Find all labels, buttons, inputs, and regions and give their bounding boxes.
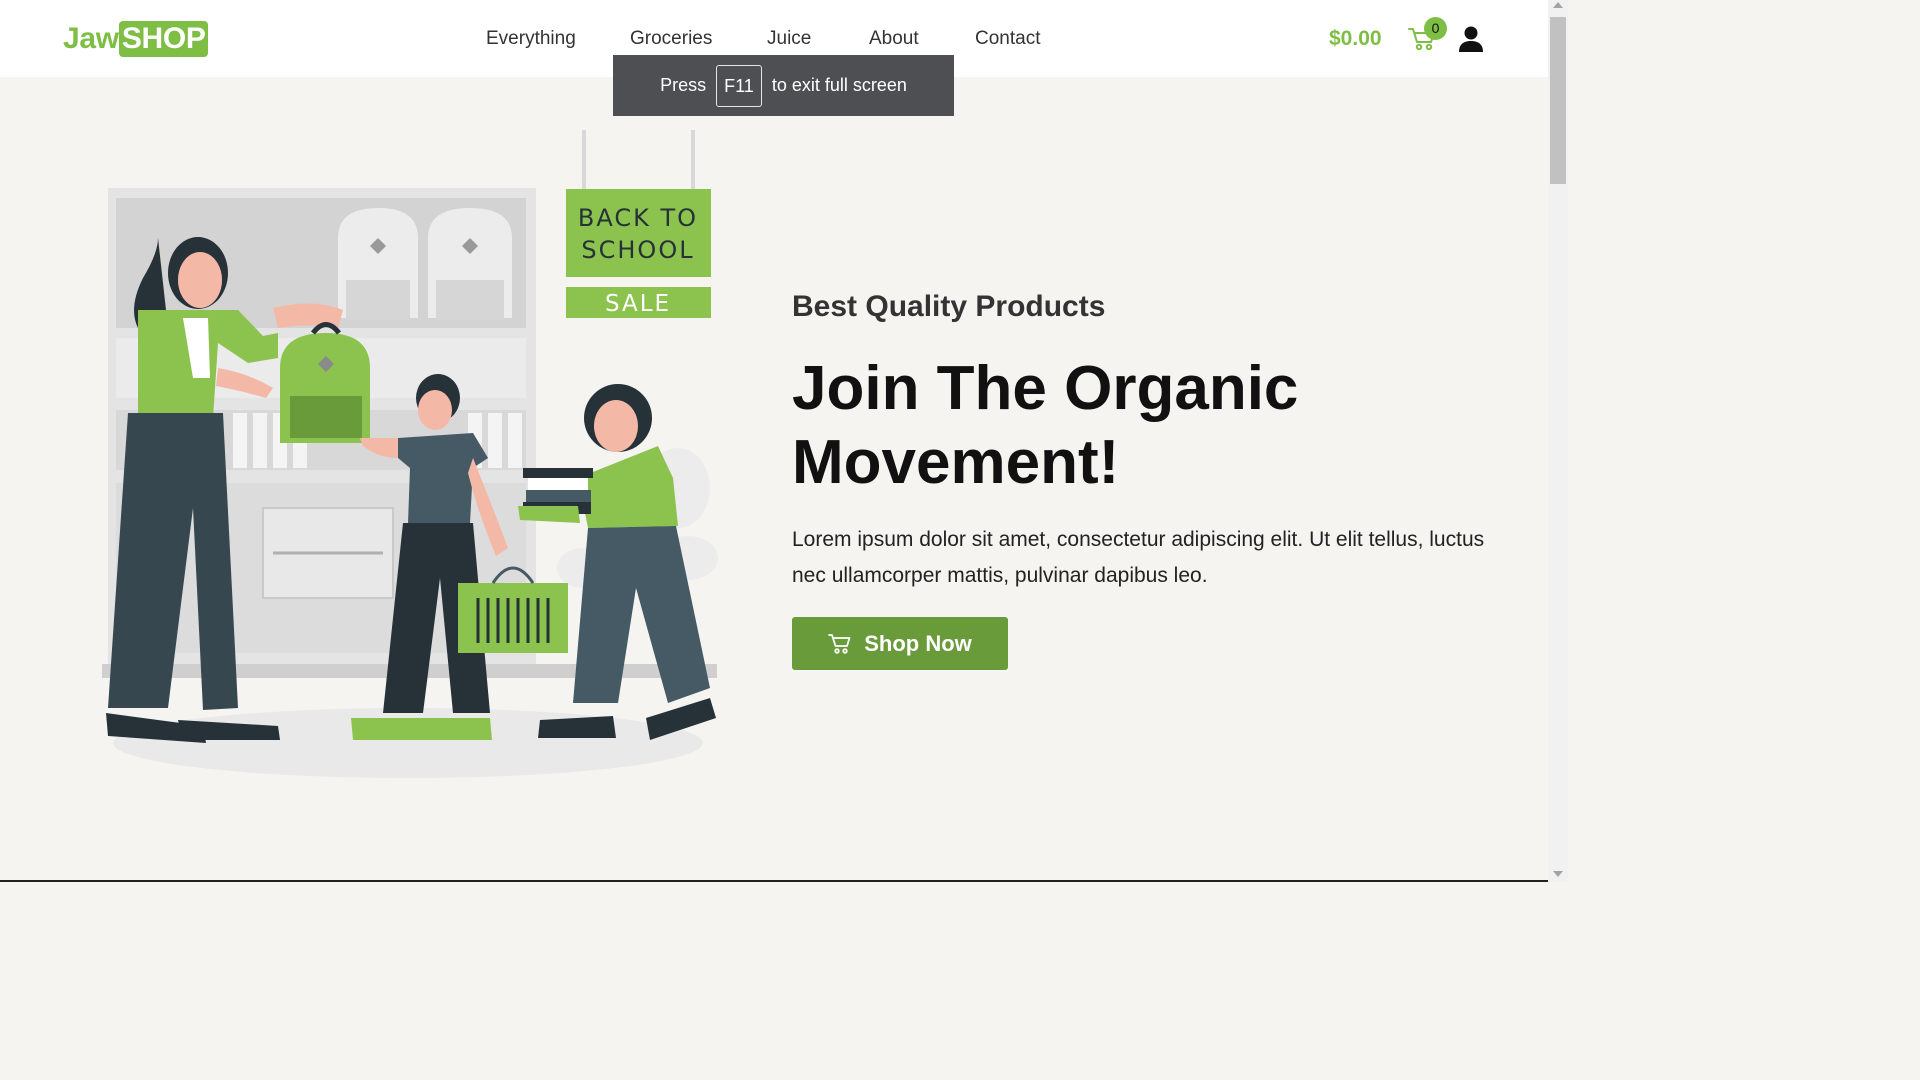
fullscreen-notice: Press F11 to exit full screen (613, 55, 954, 116)
page-bottom-edge (0, 880, 1548, 882)
scroll-up-arrow-icon[interactable] (1553, 2, 1563, 8)
scroll-down-arrow-icon[interactable] (1553, 871, 1563, 877)
cart-icon (828, 633, 851, 654)
cart-total[interactable]: $0.00 (1329, 26, 1382, 52)
sign-text-line2: SCHOOL (581, 236, 694, 264)
hero-title: Join The Organic Movement! (792, 354, 1299, 497)
nav-item-juice[interactable]: Juice (767, 26, 811, 52)
hero-subtitle: Best Quality Products (792, 290, 1106, 323)
main-nav: Everything Groceries Juice About Contact (0, 26, 1548, 54)
fullscreen-notice-press: Press (660, 75, 707, 95)
cart-count-badge: 0 (1424, 17, 1447, 40)
fullscreen-notice-text: to exit full screen (771, 75, 907, 95)
sign-text-sale: SALE (605, 291, 671, 317)
shop-now-button[interactable]: Shop Now (792, 617, 1008, 670)
hero-description: Lorem ipsum dolor sit amet, consectetur … (792, 528, 1485, 587)
scrollbar-thumb[interactable] (1550, 17, 1566, 184)
nav-item-everything[interactable]: Everything (486, 26, 576, 52)
user-icon[interactable] (1457, 25, 1485, 53)
back-to-school-illustration: BACK TO SCHOOL SALE (102, 130, 718, 778)
nav-item-groceries[interactable]: Groceries (630, 26, 712, 52)
fullscreen-notice-key: F11 (716, 64, 762, 107)
sign-text-line1: BACK TO (578, 204, 698, 232)
shop-now-label: Shop Now (864, 630, 972, 656)
nav-item-contact[interactable]: Contact (975, 26, 1040, 52)
vertical-scrollbar[interactable] (1548, 0, 1568, 882)
nav-item-about[interactable]: About (869, 26, 919, 52)
